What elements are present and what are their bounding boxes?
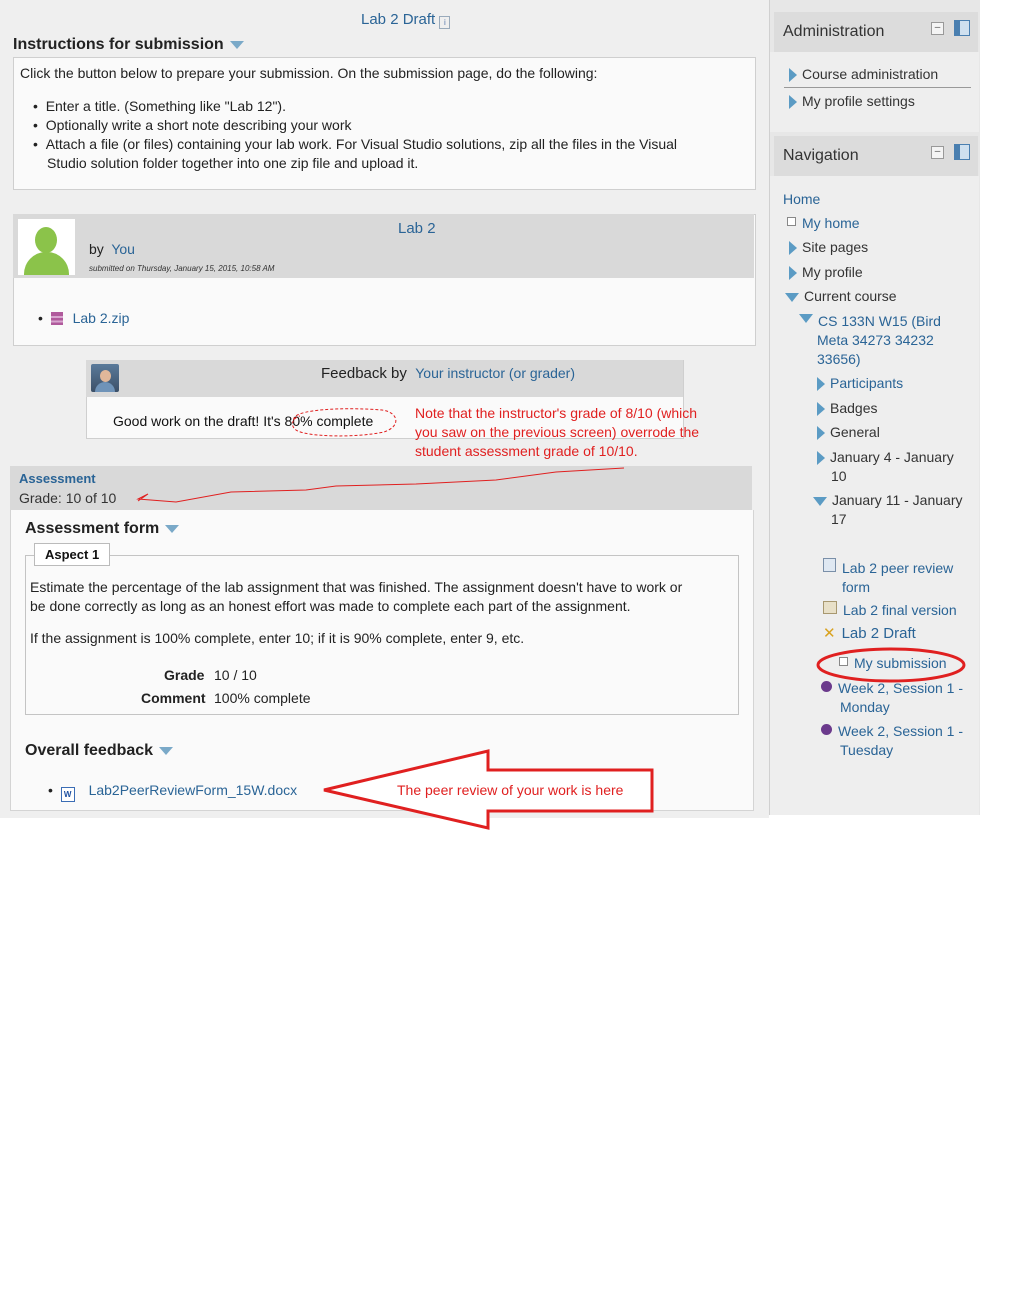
minimize-icon[interactable]: – [931, 146, 944, 159]
assessment-title[interactable]: Assessment [19, 471, 96, 486]
info-icon[interactable]: i [439, 16, 451, 29]
forum-icon [821, 681, 832, 692]
overall-feedback-heading[interactable]: Overall feedback [25, 742, 174, 760]
divider [784, 87, 971, 88]
admin-block-title: Administration [783, 23, 885, 40]
nav-week2-tuesday[interactable]: Week 2, Session 1 - Tuesday [821, 722, 963, 760]
nav-site-pages[interactable]: Site pages [789, 238, 868, 257]
collapse-icon [799, 314, 813, 323]
nav-lab2-draft[interactable]: ✕ Lab 2 Draft [823, 624, 916, 643]
collapse-icon[interactable] [229, 40, 244, 49]
nav-week-1[interactable]: January 4 - January 10 [817, 448, 954, 486]
nav-block-header: Navigation – [774, 136, 978, 176]
feedback-file-link[interactable]: Lab2PeerReviewForm_15W.docx [89, 782, 298, 798]
attachment-link[interactable]: Lab 2.zip [73, 310, 130, 326]
assessment-form-heading[interactable]: Assessment form [25, 520, 180, 538]
page-title: Lab 2 Draft i [361, 11, 451, 29]
nav-my-profile[interactable]: My profile [789, 263, 863, 282]
nav-week2-monday[interactable]: Week 2, Session 1 - Monday [821, 679, 963, 717]
grade-label: Grade [164, 667, 205, 683]
nav-general[interactable]: General [817, 423, 880, 442]
comment-value: 100% complete [214, 690, 311, 706]
instructor-avatar[interactable] [91, 364, 119, 392]
nav-current-course[interactable]: Current course [785, 287, 897, 306]
nav-block-title: Navigation [783, 147, 859, 164]
list-item: • Optionally write a short note describi… [33, 117, 352, 133]
list-item: Studio solution folder together into one… [47, 155, 419, 171]
instructions-heading-text: Instructions for submission [13, 36, 224, 53]
nav-badges[interactable]: Badges [817, 399, 877, 418]
expand-icon [789, 68, 797, 83]
author-link[interactable]: You [111, 241, 135, 257]
submission-box: Lab 2 by You submitted on Thursday, Janu… [13, 214, 756, 346]
expand-icon [789, 95, 797, 110]
aspect-legend: Aspect 1 [34, 543, 111, 566]
collapse-icon[interactable] [159, 746, 174, 755]
dock-icon[interactable] [954, 20, 970, 36]
nav-home[interactable]: Home [783, 190, 820, 209]
nav-peer-review-form[interactable]: Lab 2 peer review form [823, 558, 953, 597]
expand-icon [789, 241, 797, 256]
expand-icon [817, 426, 825, 441]
page-title-text: Lab 2 Draft [361, 11, 436, 28]
instructions-box: Click the button below to prepare your s… [13, 57, 756, 190]
collapse-icon [785, 292, 799, 302]
expand-icon [817, 377, 825, 392]
aspect-description: Estimate the percentage of the lab assig… [30, 579, 683, 614]
nav-course-administration[interactable]: Course administration [789, 65, 938, 84]
comment-label: Comment [141, 690, 206, 706]
annotation-arrow-text: The peer review of your work is here [397, 782, 624, 798]
annotation-pointer-line [136, 467, 625, 503]
submitted-date: submitted on Thursday, January 15, 2015,… [89, 264, 275, 273]
quiz-icon [823, 558, 836, 572]
annotation-circle-80 [292, 408, 397, 437]
assessment-grade: Grade: 10 of 10 [19, 490, 117, 506]
submission-title[interactable]: Lab 2 [398, 220, 436, 237]
word-doc-icon: W [60, 787, 75, 802]
nav-course[interactable]: CS 133N W15 (Bird Meta 34273 34232 33656… [799, 312, 941, 369]
overall-feedback-item[interactable]: • W Lab2PeerReviewForm_15W.docx [48, 782, 297, 802]
attachment-item[interactable]: • Lab 2.zip [38, 310, 129, 326]
main-region: Lab 2 Draft i Instructions for submissio… [0, 0, 769, 818]
admin-block-header: Administration – [774, 12, 978, 52]
grade-value: 10 / 10 [214, 667, 257, 683]
forum-icon [821, 724, 832, 735]
admin-block-content: Course administration My profile setting… [770, 52, 979, 132]
instructor-link[interactable]: Your instructor (or grader) [415, 365, 575, 381]
expand-icon [817, 402, 825, 417]
collapse-icon[interactable] [165, 524, 180, 533]
nav-week-2[interactable]: January 11 - January 17 [813, 491, 962, 529]
expand-icon [817, 451, 825, 466]
list-item: • Attach a file (or files) containing yo… [33, 136, 678, 152]
aspect-instruction: If the assignment is 100% complete, ente… [30, 630, 525, 646]
nav-my-home[interactable]: My home [787, 214, 860, 233]
assignment-icon [823, 601, 837, 614]
dock-icon[interactable] [954, 144, 970, 160]
expand-icon [789, 266, 797, 281]
submission-author: by You [89, 241, 135, 257]
collapse-icon [813, 496, 827, 506]
nav-my-profile-settings[interactable]: My profile settings [789, 92, 915, 111]
sidebar: Administration – Course administration M… [769, 0, 980, 815]
feedback-by: Feedback by Your instructor (or grader) [321, 365, 576, 382]
minimize-icon[interactable]: – [931, 22, 944, 35]
zip-file-icon [50, 312, 63, 325]
instructions-heading[interactable]: Instructions for submission [13, 36, 244, 54]
list-item: • Enter a title. (Something like "Lab 12… [33, 98, 286, 114]
avatar[interactable] [18, 219, 75, 275]
aspect-fieldset: Aspect 1 Estimate the percentage of the … [25, 543, 739, 715]
instructions-intro: Click the button below to prepare your s… [20, 65, 598, 81]
workshop-icon: ✕ [823, 625, 836, 642]
annotation-note: Note that the instructor's grade of 8/10… [415, 405, 700, 459]
instructions-list: • Enter a title. (Something like "Lab 12… [33, 97, 677, 173]
nav-participants[interactable]: Participants [817, 374, 903, 393]
nav-final-version[interactable]: Lab 2 final version [823, 601, 957, 620]
page-icon [787, 217, 796, 226]
